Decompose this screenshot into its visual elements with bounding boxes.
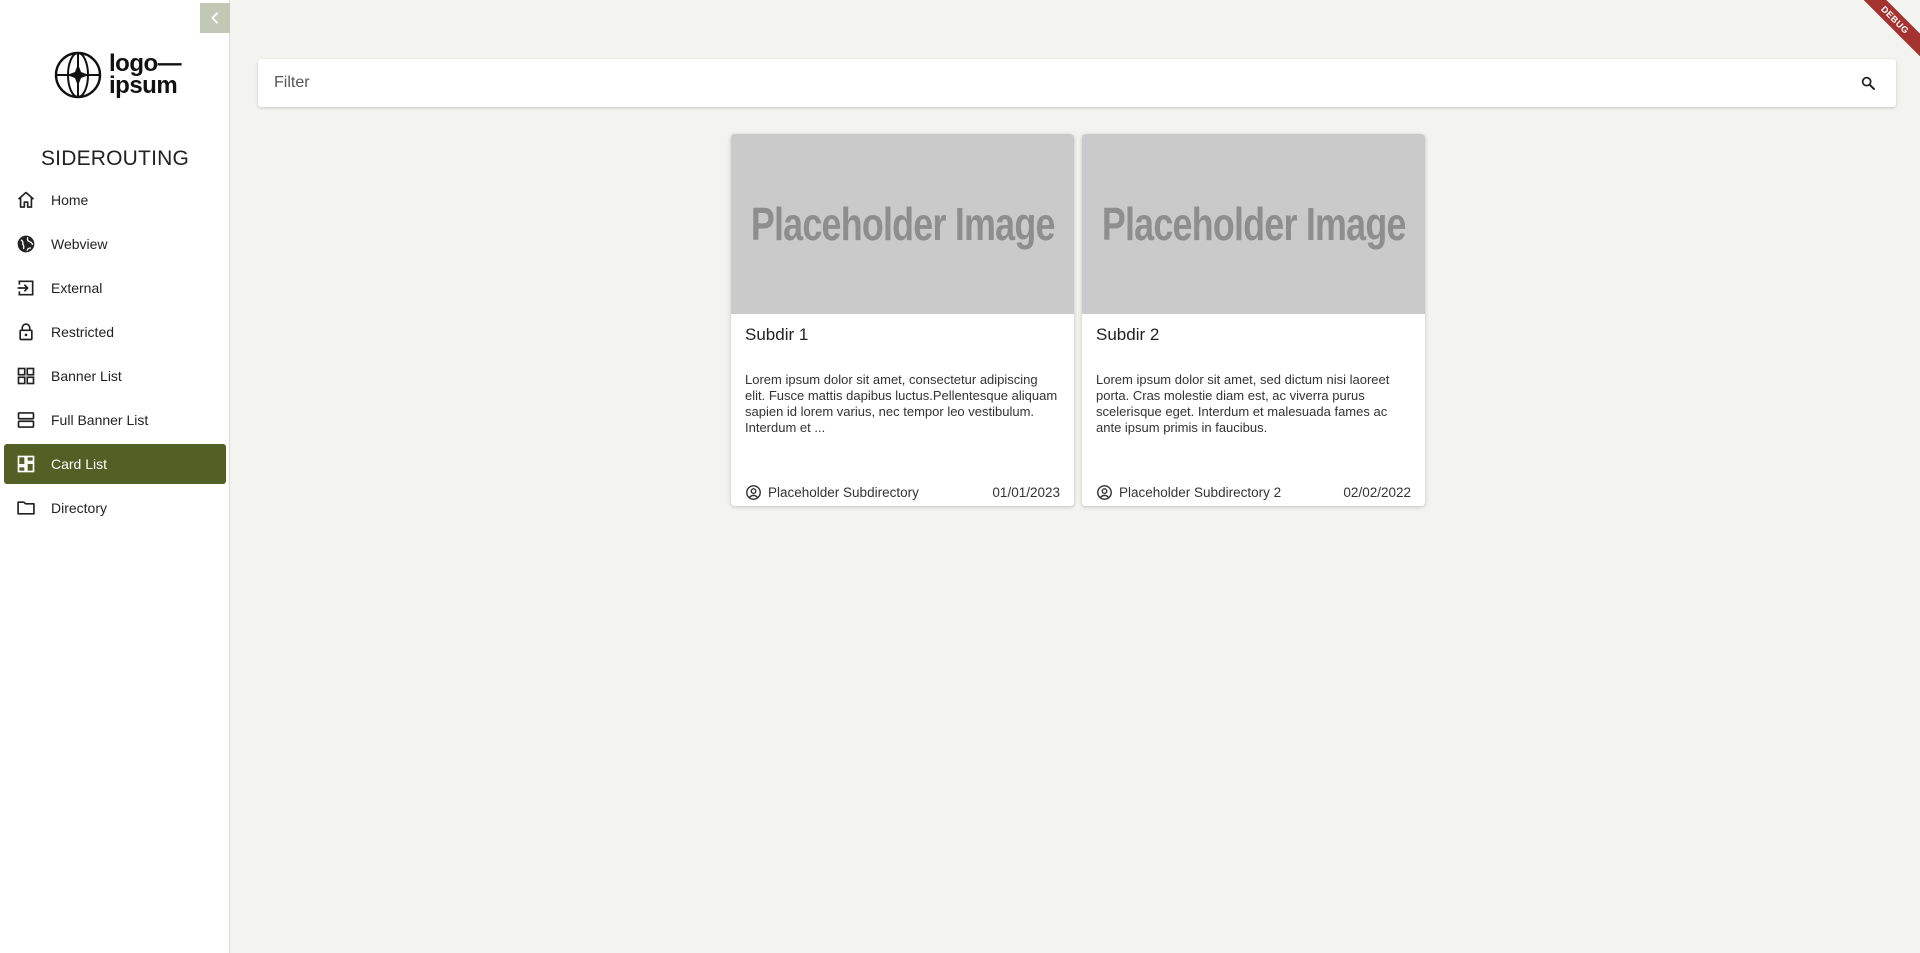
card-author: Placeholder Subdirectory 2 [1096, 484, 1281, 501]
card-image: Placeholder Image [1082, 134, 1425, 314]
logo-line-2: ipsum [109, 72, 178, 99]
filter-bar [258, 59, 1896, 107]
card-footer: Placeholder Subdirectory 2 02/02/2022 [1096, 484, 1411, 501]
folder-icon [15, 497, 37, 519]
card-image-text: Placeholder Image [750, 198, 1056, 250]
sidebar-item-card-list[interactable]: Card List [4, 444, 226, 484]
sidebar-item-restricted[interactable]: Restricted [4, 312, 226, 352]
card-image-text: Placeholder Image [1101, 198, 1407, 250]
sidebar-item-label: Full Banner List [51, 412, 149, 428]
account-circle-icon [1096, 484, 1113, 501]
login-icon [15, 277, 37, 299]
sidebar-item-label: Restricted [51, 324, 115, 340]
sidebar-item-banner-list[interactable]: Banner List [4, 356, 226, 396]
sidebar-item-full-banner-list[interactable]: Full Banner List [4, 400, 226, 440]
lock-icon [15, 321, 37, 343]
sidebar-nav: Home Webview External Restricted Banner … [4, 180, 226, 532]
filter-input[interactable] [274, 74, 1856, 92]
logo: logo— ipsum [53, 50, 182, 100]
card-title: Subdir 2 [1096, 325, 1160, 344]
dashboard-icon [15, 453, 37, 475]
sidebar-item-label: External [51, 280, 103, 296]
card[interactable]: Placeholder Image Subdir 1 Lorem ipsum d… [731, 134, 1074, 506]
collapse-sidebar-button[interactable] [200, 3, 230, 33]
stacked-rows-icon [15, 409, 37, 431]
card-date: 01/01/2023 [992, 485, 1060, 500]
card-list: Placeholder Image Subdir 1 Lorem ipsum d… [731, 134, 1425, 506]
sidebar-item-label: Home [51, 192, 89, 208]
search-icon[interactable] [1856, 71, 1880, 95]
logo-globe-icon [53, 50, 103, 100]
card-author: Placeholder Subdirectory [745, 484, 919, 501]
card-description: Lorem ipsum dolor sit amet, sed dictum n… [1096, 372, 1390, 435]
sidebar-item-label: Banner List [51, 368, 122, 384]
card-date: 02/02/2022 [1343, 485, 1411, 500]
card-footer: Placeholder Subdirectory 01/01/2023 [745, 484, 1060, 501]
home-icon [15, 189, 37, 211]
account-circle-icon [745, 484, 762, 501]
globe-icon [15, 233, 37, 255]
card-author-name: Placeholder Subdirectory 2 [1119, 485, 1282, 500]
app-title: SIDEROUTING [40, 147, 190, 170]
logo-wordmark: logo— ipsum [109, 52, 182, 99]
card[interactable]: Placeholder Image Subdir 2 Lorem ipsum d… [1082, 134, 1425, 506]
sidebar-item-external[interactable]: External [4, 268, 226, 308]
sidebar-item-label: Card List [51, 456, 108, 472]
chevron-left-icon [208, 11, 222, 25]
grid-icon [15, 365, 37, 387]
card-author-name: Placeholder Subdirectory [768, 485, 919, 500]
sidebar: logo— ipsum SIDEROUTING Home Webview Ext… [0, 0, 230, 953]
card-description: Lorem ipsum dolor sit amet, consectetur … [745, 372, 1058, 435]
sidebar-item-home[interactable]: Home [4, 180, 226, 220]
sidebar-item-label: Webview [51, 236, 108, 252]
sidebar-item-webview[interactable]: Webview [4, 224, 226, 264]
sidebar-item-directory[interactable]: Directory [4, 488, 226, 528]
sidebar-item-label: Directory [51, 500, 108, 516]
card-image: Placeholder Image [731, 134, 1074, 314]
card-title: Subdir 1 [745, 325, 809, 344]
